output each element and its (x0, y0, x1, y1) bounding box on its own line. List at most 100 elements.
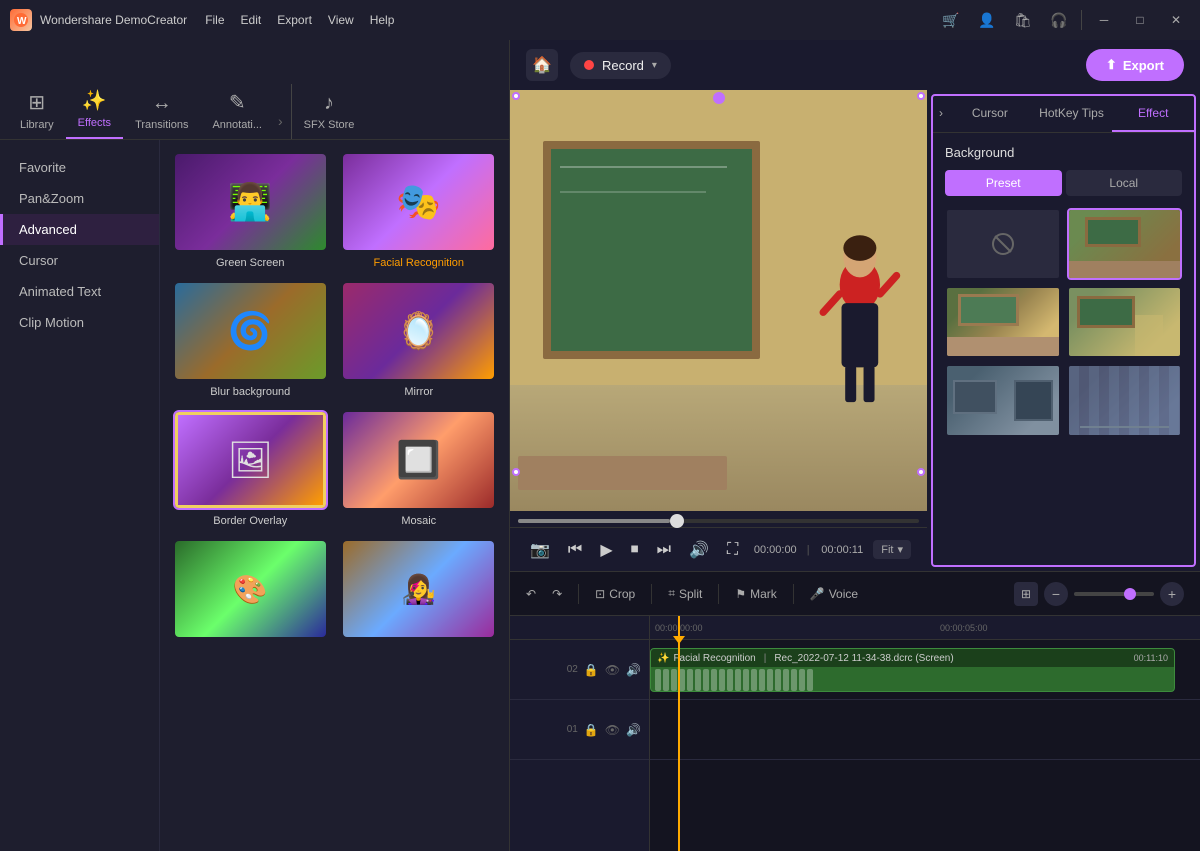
mute-icon-01[interactable]: 🔊 (626, 723, 641, 737)
zoom-in-button[interactable]: + (1160, 582, 1184, 606)
bg-thumb-classroom2[interactable] (945, 286, 1061, 358)
panel-tabs-arrow[interactable]: › (933, 96, 949, 132)
effect-card-border-overlay[interactable]: 🖼 Border Overlay (172, 410, 329, 527)
headset-icon[interactable]: 🎧 (1045, 6, 1073, 34)
menu-edit[interactable]: Edit (241, 13, 262, 27)
track-num-01: 01 (562, 724, 578, 735)
handle-top-left[interactable] (512, 92, 520, 100)
scrubber-thumb[interactable] (670, 514, 684, 528)
tabs-more-arrow[interactable]: › (274, 113, 287, 129)
sidebar-item-favorite[interactable]: Favorite (0, 152, 159, 183)
handle-top-right[interactable] (917, 92, 925, 100)
top-bar: 🏠 Record ▾ ⬆ Export (510, 40, 1200, 90)
sidebar-item-advanced[interactable]: Advanced (0, 214, 159, 245)
sidebar-item-animated-text[interactable]: Animated Text (0, 276, 159, 307)
effect-card-partial2[interactable]: 👩‍🎤 (341, 539, 498, 639)
panel-tab-cursor[interactable]: Cursor (949, 96, 1031, 132)
bag-icon[interactable]: 🛍 (1009, 6, 1037, 34)
clip-waveform (651, 667, 1174, 692)
clip-duration: 00:11:10 (1134, 653, 1168, 663)
bg-thumb-classroom3[interactable] (1067, 286, 1183, 358)
cart-icon[interactable]: 🛒 (937, 6, 965, 34)
timeline-ruler: 00:00:00:00 00:00:05:00 00:00:10:00 00:0… (650, 616, 1200, 640)
effect-card-facial-recognition[interactable]: 🎭 Facial Recognition (341, 152, 498, 269)
mute-icon-02[interactable]: 🔊 (626, 663, 641, 677)
bg-thumb-classroom1[interactable] (1067, 208, 1183, 280)
voice-icon: 🎤 (810, 587, 825, 601)
rewind-button[interactable]: ⏮ (564, 537, 586, 563)
timeline-clip[interactable]: ✨ Facial Recognition | Rec_2022-07-12 11… (650, 648, 1175, 692)
effect-label-green-screen: Green Screen (216, 257, 284, 269)
playhead-marker (673, 636, 685, 644)
track-label-02: 02 🔒 👁 🔊 (510, 640, 649, 700)
effect-card-partial1[interactable]: 🎨 (172, 539, 329, 639)
tab-effects[interactable]: ✨ Effects (66, 80, 123, 139)
effect-card-green-screen[interactable]: 👨‍💻 Green Screen (172, 152, 329, 269)
effect-card-blur-bg[interactable]: 🌀 Blur background (172, 281, 329, 398)
transitions-icon: ↔ (152, 92, 172, 115)
content-area: Favorite Pan&Zoom Advanced Cursor Animat… (0, 140, 509, 851)
mark-tool[interactable]: ⚑ Mark (735, 587, 776, 601)
handle-top-center[interactable] (713, 92, 725, 104)
sidebar-item-cursor[interactable]: Cursor (0, 245, 159, 276)
panel-tab-hotkey[interactable]: HotKey Tips (1031, 96, 1113, 132)
svg-text:W: W (17, 16, 27, 27)
fast-forward-button[interactable]: ⏭ (653, 537, 675, 563)
effect-card-mosaic[interactable]: 🔲 Mosaic (341, 410, 498, 527)
preset-button[interactable]: Preset (945, 170, 1062, 196)
tab-library[interactable]: ⊞ Library (8, 82, 66, 139)
crop-tool[interactable]: ⊡ Crop (595, 587, 635, 601)
split-icon: ⌗ (668, 586, 675, 601)
bg-thumb-none[interactable] (945, 208, 1061, 280)
fullscreen-button[interactable]: ⛶ (723, 537, 742, 563)
fit-button[interactable]: Fit ▾ (873, 540, 911, 559)
right-panel: › Cursor HotKey Tips Effect Background P… (931, 94, 1196, 567)
blackboard (543, 141, 760, 360)
zoom-out-button[interactable]: − (1044, 582, 1068, 606)
redo-button[interactable]: ↷ (552, 587, 562, 601)
sidebar-item-panzoom[interactable]: Pan&Zoom (0, 183, 159, 214)
bg-thumb-office1[interactable] (945, 364, 1061, 436)
split-tool[interactable]: ⌗ Split (668, 586, 702, 601)
menu-file[interactable]: File (205, 13, 224, 27)
menu-view[interactable]: View (328, 13, 354, 27)
playhead[interactable] (678, 616, 680, 851)
volume-button[interactable]: 🔊 (685, 536, 713, 564)
zoom-thumb[interactable] (1124, 588, 1136, 600)
voice-tool[interactable]: 🎤 Voice (810, 587, 858, 601)
maximize-button[interactable]: □ (1126, 6, 1154, 34)
track-labels: 02 🔒 👁 🔊 01 🔒 👁 🔊 (510, 616, 650, 851)
menu-help[interactable]: Help (370, 13, 395, 27)
panel-content: Background Preset Local (933, 133, 1194, 565)
fit-timeline-button[interactable]: ⊞ (1014, 582, 1038, 606)
toolbar-sep-4 (793, 584, 794, 604)
bg-thumb-office2[interactable] (1067, 364, 1183, 436)
play-button[interactable]: ▶ (596, 536, 616, 564)
user-icon[interactable]: 👤 (973, 6, 1001, 34)
effect-card-mirror[interactable]: 🪞 Mirror (341, 281, 498, 398)
zoom-slider[interactable] (1074, 592, 1154, 596)
visibility-icon-02[interactable]: 👁 (605, 663, 620, 677)
handle-bottom-left[interactable] (512, 468, 520, 476)
stop-button[interactable]: ⏹ (627, 537, 643, 563)
tab-sfx[interactable]: ♪ SFX Store (291, 84, 367, 139)
visibility-icon-01[interactable]: 👁 (605, 723, 620, 737)
sidebar-item-clip-motion[interactable]: Clip Motion (0, 307, 159, 338)
snapshot-button[interactable]: 📷 (526, 536, 554, 564)
tab-annotations[interactable]: ✎ Annotati... (200, 82, 274, 139)
lock-icon-02[interactable]: 🔒 (584, 663, 599, 677)
undo-button[interactable]: ↶ (526, 587, 536, 601)
panel-tab-effect[interactable]: Effect (1112, 96, 1194, 132)
scrubber-track[interactable] (518, 519, 919, 523)
record-button[interactable]: Record ▾ (570, 52, 671, 79)
home-button[interactable]: 🏠 (526, 49, 558, 81)
tab-transitions[interactable]: ↔ Transitions (123, 84, 200, 139)
handle-bottom-right[interactable] (917, 468, 925, 476)
effect-label-mosaic: Mosaic (401, 515, 436, 527)
local-button[interactable]: Local (1066, 170, 1183, 196)
lock-icon-01[interactable]: 🔒 (584, 723, 599, 737)
menu-export[interactable]: Export (277, 13, 312, 27)
minimize-button[interactable]: ─ (1090, 6, 1118, 34)
export-button[interactable]: ⬆ Export (1086, 49, 1184, 81)
close-button[interactable]: ✕ (1162, 6, 1190, 34)
